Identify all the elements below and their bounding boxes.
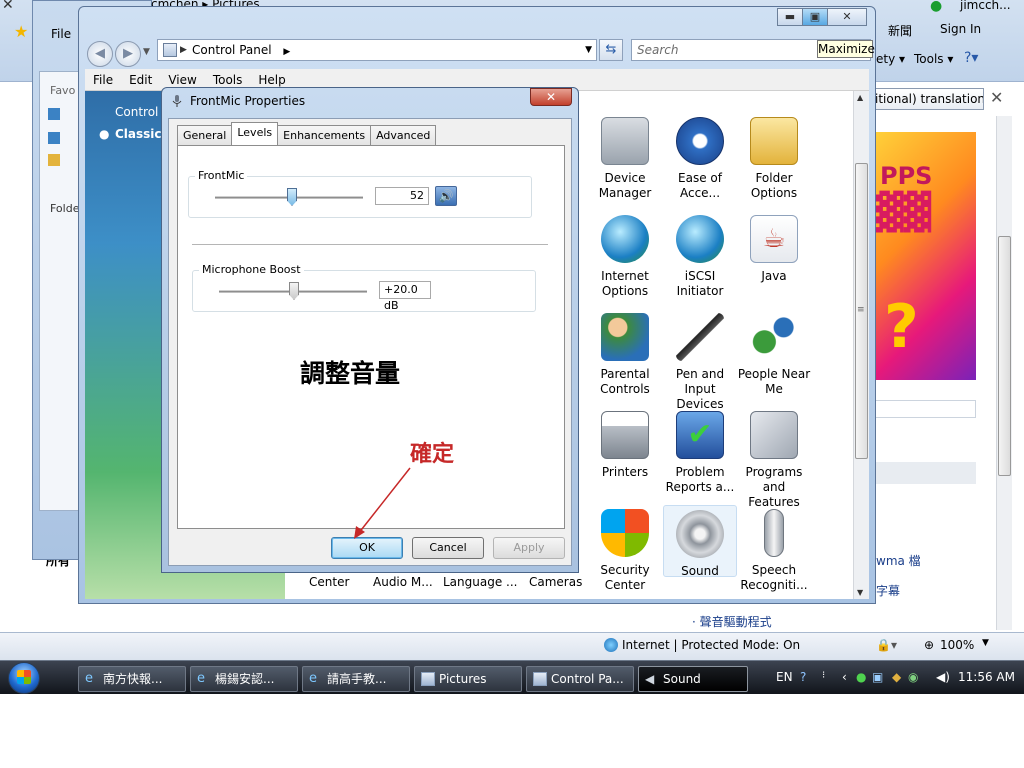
task-label: 楊鍚安認...: [215, 672, 275, 686]
ie-icon: e: [309, 671, 317, 686]
control-panel-icon: [533, 672, 547, 686]
task-button-5[interactable]: Control Pa...: [526, 666, 634, 692]
ie-icon: e: [197, 671, 205, 686]
task-button-sound[interactable]: ◀ Sound: [638, 666, 748, 692]
task-label: 南方快報...: [103, 672, 163, 686]
help-icon-tray[interactable]: ?: [800, 670, 806, 684]
task-label: Pictures: [439, 672, 487, 686]
task-button[interactable]: e 南方快報...: [78, 666, 186, 692]
task-button-3[interactable]: e 請高手教...: [302, 666, 410, 692]
windows-logo-icon: [17, 670, 31, 684]
task-label: Sound: [663, 672, 701, 686]
tray-expand-icon[interactable]: ‹: [842, 670, 847, 684]
desktop: jimcch... ● 新聞 Sign In ety ▾ Tools ▾ ?▾ …: [0, 0, 1024, 694]
language-indicator[interactable]: EN: [776, 670, 793, 684]
network-icon[interactable]: ▣: [872, 670, 883, 684]
tray-app-icon-2[interactable]: ◆: [892, 670, 901, 684]
tab-levels[interactable]: Levels: [231, 122, 279, 145]
annotation-arrow-icon: [354, 467, 411, 539]
task-label: Control Pa...: [551, 672, 624, 686]
task-button-2[interactable]: e 楊鍚安認...: [190, 666, 298, 692]
folder-icon: [421, 672, 435, 686]
start-button[interactable]: [6, 661, 46, 694]
ie-icon: e: [85, 671, 93, 686]
clock[interactable]: 11:56 AM: [958, 670, 1015, 684]
volume-icon[interactable]: ◀): [936, 670, 950, 684]
tray-app-icon-3[interactable]: ◉: [908, 670, 918, 684]
taskbar: e 南方快報... e 楊鍚安認... e 請高手教... Pictures C…: [0, 660, 1024, 694]
tray-options-icon[interactable]: ⁝: [822, 670, 825, 681]
speaker-icon: ◀: [645, 672, 655, 686]
task-label: 請高手教...: [327, 672, 387, 686]
task-button-4[interactable]: Pictures: [414, 666, 522, 692]
tray-app-icon[interactable]: ●: [856, 670, 866, 684]
